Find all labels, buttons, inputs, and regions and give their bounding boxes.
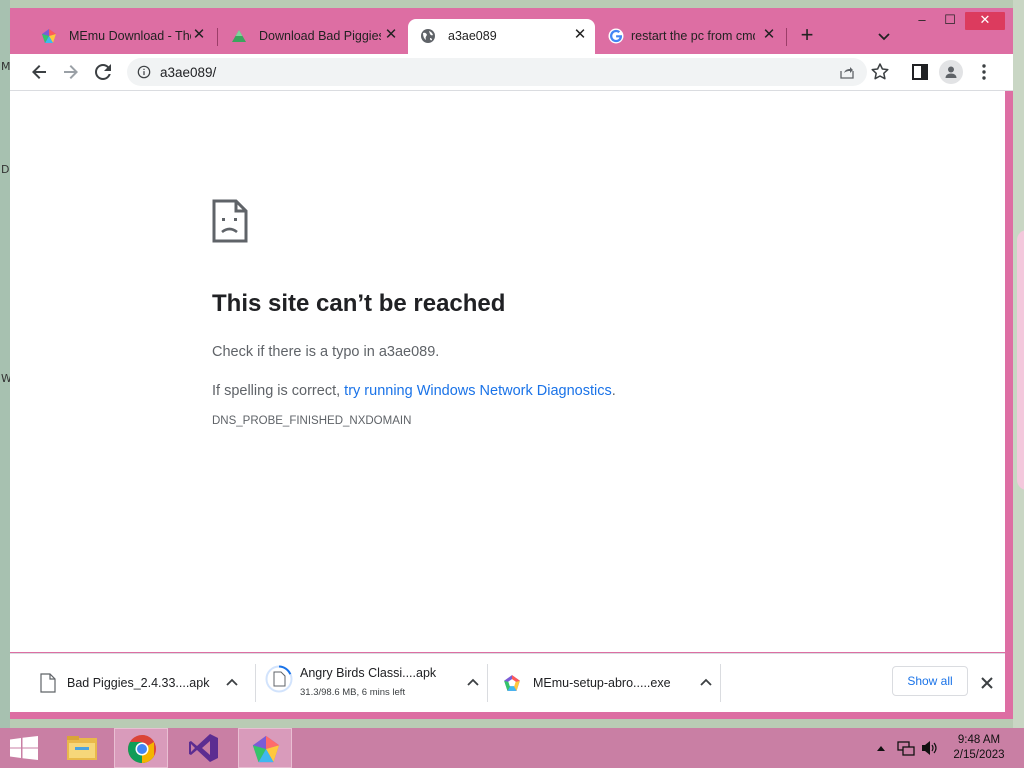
page-content: This site can’t be reached Check if ther…: [10, 91, 1005, 652]
tab-title: a3ae089: [448, 29, 497, 43]
memu-icon: [252, 735, 280, 763]
desktop-left-strip: M D W: [0, 0, 12, 728]
tab-a3ae089[interactable]: a3ae089 ✕: [408, 19, 595, 54]
info-icon[interactable]: [137, 65, 151, 79]
file-icon: [40, 673, 56, 693]
tab-strip: MEmu Download - The ✕ Download Bad Piggi…: [10, 8, 1013, 54]
tab-title: MEmu Download - The: [69, 29, 191, 43]
chrome-icon: [128, 735, 156, 763]
chevron-up-icon[interactable]: [699, 676, 713, 690]
download-status: 31.3/98.6 MB, 6 mins left: [300, 687, 406, 698]
tab-bad-piggies[interactable]: Download Bad Piggies ✕: [219, 19, 405, 54]
show-all-button[interactable]: Show all: [892, 666, 968, 696]
error-title: This site can’t be reached: [212, 290, 506, 317]
browser-window: MEmu Download - The ✕ Download Bad Piggi…: [10, 8, 1013, 719]
address-bar[interactable]: a3ae089/: [127, 58, 867, 86]
desktop-wallpaper-shape: [1017, 230, 1024, 490]
windows-start-icon[interactable]: [10, 736, 38, 760]
taskbar: 9:48 AM 2/15/2023: [0, 728, 1024, 768]
chevron-up-icon[interactable]: [466, 676, 480, 690]
more-menu-icon[interactable]: [972, 60, 996, 84]
error-code: DNS_PROBE_FINISHED_NXDOMAIN: [212, 415, 412, 427]
star-icon[interactable]: [868, 60, 892, 84]
desktop-icon-label[interactable]: D: [1, 163, 9, 176]
share-icon[interactable]: [839, 64, 855, 80]
file-explorer-icon: [67, 736, 97, 760]
download-item[interactable]: Angry Birds Classi....apk 31.3/98.6 MB, …: [265, 654, 485, 712]
taskbar-app-active[interactable]: [238, 728, 292, 768]
tray-expand-icon[interactable]: [876, 744, 886, 752]
taskbar-app-active[interactable]: [114, 728, 168, 768]
visual-studio-icon: [189, 734, 218, 762]
desktop-right-strip: [1013, 0, 1024, 728]
chevron-up-icon[interactable]: [225, 676, 239, 690]
tab-title: Download Bad Piggies: [259, 29, 381, 43]
download-shelf: Bad Piggies_2.4.33....apk Angry Birds Cl…: [10, 653, 1005, 712]
download-separator: [720, 664, 721, 702]
close-icon[interactable]: ✕: [191, 27, 207, 43]
profile-avatar[interactable]: [939, 60, 963, 84]
forward-arrow-icon[interactable]: [59, 60, 83, 84]
download-filename: MEmu-setup-abro.....exe: [533, 676, 671, 690]
android-icon: [232, 30, 246, 42]
taskbar-app[interactable]: [56, 728, 110, 768]
maximize-button[interactable]: ☐: [935, 12, 965, 30]
browser-toolbar: a3ae089/: [10, 54, 1013, 91]
close-icon[interactable]: [978, 674, 996, 692]
side-panel-icon[interactable]: [908, 60, 932, 84]
person-icon: [945, 66, 957, 78]
download-separator: [487, 664, 488, 702]
taskbar-clock[interactable]: 9:48 AM 2/15/2023: [944, 733, 1014, 763]
error-message: Check if there is a typo in a3ae089.: [212, 344, 440, 360]
suggestion-suffix: .: [611, 383, 616, 399]
suggestion-prefix: If spelling is correct,: [212, 383, 345, 399]
tab-memu-download[interactable]: MEmu Download - The ✕: [29, 19, 213, 54]
google-icon: [608, 28, 624, 44]
tab-restart-pc[interactable]: restart the pc from cmd ✕: [598, 19, 784, 54]
tab-title: restart the pc from cmd: [631, 29, 755, 43]
clock-date: 2/15/2023: [953, 749, 1005, 761]
download-separator: [255, 664, 256, 702]
new-tab-button[interactable]: +: [796, 24, 818, 47]
memu-icon: [504, 675, 520, 691]
volume-icon[interactable]: [920, 739, 938, 757]
download-item[interactable]: MEmu-setup-abro.....exe: [500, 654, 720, 712]
tab-separator: [786, 28, 787, 46]
close-window-button[interactable]: ✕: [965, 12, 1005, 30]
network-icon[interactable]: [897, 739, 915, 757]
memu-icon: [42, 29, 56, 43]
download-filename: Bad Piggies_2.4.33....apk: [67, 676, 210, 690]
sad-document-icon: [212, 199, 248, 243]
reload-icon[interactable]: [91, 60, 115, 84]
download-item[interactable]: Bad Piggies_2.4.33....apk: [30, 654, 250, 712]
close-icon[interactable]: ✕: [572, 27, 588, 43]
chevron-down-icon[interactable]: [876, 28, 892, 44]
close-icon[interactable]: ✕: [761, 27, 777, 43]
error-suggestion: If spelling is correct, try running Wind…: [212, 383, 616, 399]
download-filename: Angry Birds Classi....apk: [300, 666, 437, 680]
close-icon[interactable]: ✕: [383, 27, 399, 43]
taskbar-app[interactable]: [177, 728, 231, 768]
download-progress-icon: [265, 665, 293, 693]
tab-separator: [217, 28, 218, 46]
globe-icon: [421, 29, 435, 43]
url-text: a3ae089/: [160, 65, 217, 80]
minimize-button[interactable]: –: [907, 12, 937, 30]
back-arrow-icon[interactable]: [27, 60, 51, 84]
network-diagnostics-link[interactable]: try running Windows Network Diagnostics: [344, 383, 612, 399]
clock-time: 9:48 AM: [957, 734, 1001, 746]
